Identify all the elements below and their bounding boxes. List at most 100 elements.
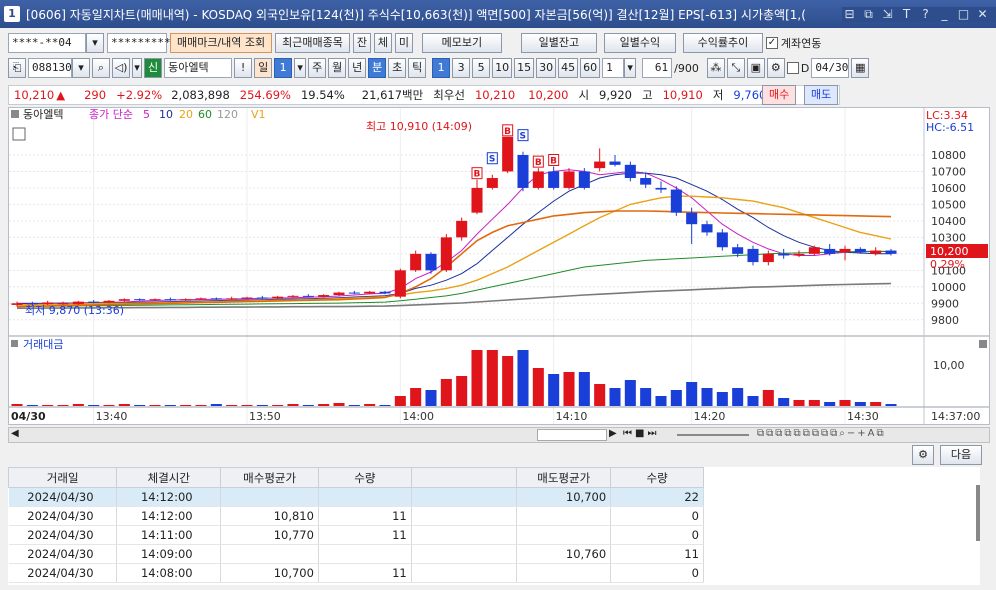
font-icon[interactable]: T <box>899 7 914 22</box>
candle[interactable] <box>670 186 682 216</box>
column-header[interactable]: 거래일 <box>7 467 118 488</box>
interval-15-button[interactable]: 15 <box>514 58 535 78</box>
recent-trades-button[interactable]: 최근매매종목 <box>275 33 350 53</box>
balance-button[interactable]: 잔 <box>352 33 371 53</box>
minimize-button[interactable]: _ <box>937 7 952 22</box>
save-icon[interactable]: ▣ <box>746 58 765 78</box>
candle[interactable] <box>471 179 483 215</box>
search-icon[interactable]: ⌕ <box>92 58 110 78</box>
gear-icon[interactable]: ⚙ <box>766 58 785 78</box>
candle[interactable] <box>640 173 652 188</box>
help-icon[interactable]: ? <box>918 7 933 22</box>
history-icon[interactable]: ⎗ <box>8 58 26 78</box>
candle[interactable] <box>686 207 698 244</box>
panel-toggle-icon[interactable] <box>11 110 19 118</box>
buy-mark[interactable]: B <box>548 153 560 166</box>
buy-sell-mark-button[interactable]: 매매마크/내역 조회 <box>170 33 273 53</box>
account-input[interactable]: ****-**04 <box>8 33 86 53</box>
price-chart[interactable]: BSBSBB 108001070010600105001040010300102… <box>9 108 989 424</box>
candle[interactable] <box>716 229 728 251</box>
alert-button[interactable]: ! <box>234 58 253 78</box>
scroll-thumb[interactable] <box>537 429 607 441</box>
maximize-button[interactable]: □ <box>956 7 971 22</box>
column-header[interactable]: 매수평균가 <box>220 467 319 488</box>
period-minute-button[interactable]: 분 <box>368 58 387 78</box>
candle[interactable] <box>701 220 713 236</box>
candle[interactable] <box>502 136 514 174</box>
candle[interactable] <box>548 166 560 190</box>
period-dropdown[interactable]: ▾ <box>294 58 307 78</box>
chart-tools-icon[interactable]: ⧉⧉⧉⧉⧉⧉⧉⧉⧉⌕−+A⧉ <box>757 428 886 439</box>
candle[interactable] <box>348 290 360 295</box>
chart-scrollbar[interactable]: ◀ ▶ ⏮■⏭ ⧉⧉⧉⧉⧉⧉⧉⧉⧉⌕−+A⧉ <box>8 427 990 443</box>
date-checkbox[interactable] <box>786 62 799 74</box>
resize-icon[interactable]: ⇲ <box>880 7 895 22</box>
table-row[interactable]: 2024/04/30 14:12:00 10,700 22 <box>8 487 704 507</box>
candle[interactable] <box>180 298 192 301</box>
grid-scrollbar[interactable] <box>976 485 980 541</box>
candle[interactable] <box>824 243 836 256</box>
volume-panel-close-icon[interactable] <box>979 340 987 348</box>
column-header[interactable]: 체결시간 <box>116 467 222 488</box>
scroll-right-icon[interactable]: ▶ <box>609 428 617 439</box>
period-year-button[interactable]: 년 <box>348 58 367 78</box>
buy-mark[interactable]: B <box>502 124 514 137</box>
interval-input[interactable]: 1 <box>602 58 625 78</box>
candle[interactable] <box>456 217 468 241</box>
password-input[interactable]: ********* <box>107 33 171 53</box>
interval-dropdown[interactable]: ▾ <box>624 58 637 78</box>
memo-button[interactable]: 메모보기 <box>421 33 502 53</box>
drawing-icon[interactable]: ⤡ <box>726 58 745 78</box>
speaker-dropdown[interactable]: ▾ <box>132 58 142 78</box>
table-toggle-icon[interactable] <box>12 127 26 141</box>
candle[interactable] <box>517 151 529 192</box>
table-row[interactable]: 2024/04/30 14:09:00 10,760 11 <box>8 544 704 564</box>
date-input[interactable]: 04/30 <box>811 58 850 78</box>
table-row[interactable]: 2024/04/30 14:12:00 10,810 11 0 <box>8 506 704 526</box>
chart-panel[interactable]: BSBSBB 108001070010600105001040010300102… <box>8 107 990 425</box>
table-row[interactable]: 2024/04/30 14:11:00 10,770 11 0 <box>8 525 704 545</box>
candle[interactable] <box>624 161 636 182</box>
period-week-button[interactable]: 주 <box>308 58 327 78</box>
grid-settings-gear-icon[interactable]: ⚙ <box>912 445 934 465</box>
account-dropdown[interactable]: ▾ <box>86 33 104 53</box>
candle[interactable] <box>440 234 452 272</box>
candle[interactable] <box>609 154 621 167</box>
period-month-button[interactable]: 월 <box>328 58 347 78</box>
sell-button[interactable]: 매도 <box>804 85 838 105</box>
profit-trend-button[interactable]: 수익률추이 <box>682 33 763 53</box>
candle[interactable] <box>655 181 667 193</box>
candle[interactable] <box>778 248 790 259</box>
interval-10-button[interactable]: 10 <box>492 58 513 78</box>
candle[interactable] <box>118 298 130 302</box>
period-day-button[interactable]: 일 <box>254 58 273 78</box>
period-second-button[interactable]: 초 <box>388 58 407 78</box>
calendar-icon[interactable]: ▦ <box>851 58 870 78</box>
grid-next-button[interactable]: 다음 <box>940 445 982 465</box>
executed-button[interactable]: 체 <box>373 33 392 53</box>
interval-30-button[interactable]: 30 <box>536 58 557 78</box>
table-row[interactable]: 2024/04/30 14:08:00 10,700 11 0 <box>8 563 704 583</box>
daily-balance-button[interactable]: 일별잔고 <box>520 33 597 53</box>
candle[interactable] <box>747 245 759 266</box>
pending-button[interactable]: 미 <box>394 33 413 53</box>
interval-5-button[interactable]: 5 <box>472 58 491 78</box>
column-header[interactable]: 매도평균가 <box>516 467 612 488</box>
candle[interactable] <box>594 148 606 172</box>
interval-45-button[interactable]: 45 <box>558 58 579 78</box>
column-header[interactable]: 수량 <box>317 467 412 488</box>
candle[interactable] <box>333 291 345 296</box>
interval-1-button[interactable]: 1 <box>432 58 451 78</box>
interval-3-button[interactable]: 3 <box>452 58 471 78</box>
count-input[interactable]: 61 <box>642 58 673 78</box>
candle[interactable] <box>134 298 146 301</box>
stock-code-input[interactable]: 088130 <box>28 58 72 78</box>
candle[interactable] <box>394 268 406 299</box>
indicator-icon[interactable]: ⁂ <box>706 58 725 78</box>
speaker-icon[interactable]: ◁) <box>112 58 130 78</box>
stock-code-dropdown[interactable]: ▾ <box>72 58 90 78</box>
split-icon[interactable]: ⊟ <box>842 7 857 22</box>
tile-icon[interactable]: ⧉ <box>861 7 876 22</box>
interval-60-button[interactable]: 60 <box>580 58 601 78</box>
column-header[interactable]: 수량 <box>610 467 704 488</box>
